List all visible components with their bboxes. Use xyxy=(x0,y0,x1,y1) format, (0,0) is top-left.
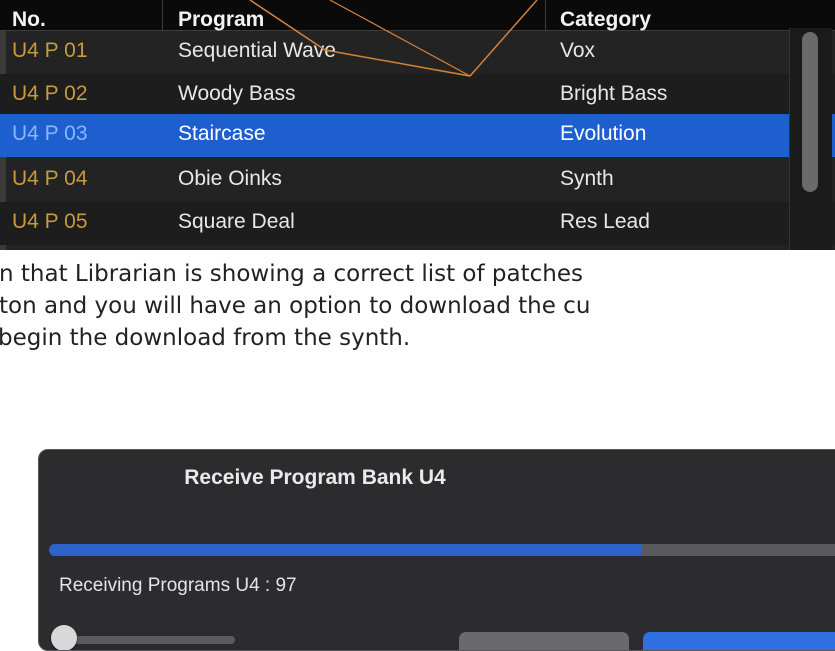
program-name: Square Deal xyxy=(178,210,295,233)
primary-button[interactable] xyxy=(643,632,835,650)
table-row-selected[interactable]: U4 P 03 Staircase Evolution xyxy=(0,114,835,157)
program-number: U4 P 03 xyxy=(12,122,88,145)
table-row[interactable]: U4 P 01 Sequential Wave Vox xyxy=(0,31,835,74)
column-header-number[interactable]: No. xyxy=(12,8,46,32)
program-category: Vox xyxy=(560,39,596,62)
column-divider xyxy=(545,0,546,30)
cancel-button[interactable] xyxy=(459,632,629,650)
instruction-text: n that Librarian is showing a correct li… xyxy=(0,258,835,354)
program-name: Obie Oinks xyxy=(178,167,282,190)
program-category: Res Lead xyxy=(560,210,650,233)
table-row[interactable]: U4 P 02 Woody Bass Bright Bass xyxy=(0,74,835,117)
program-category: Bright Bass xyxy=(560,82,668,105)
table-row[interactable]: U4 P 04 Obie Oinks Synth xyxy=(0,159,835,202)
text-line: begin the download from the synth. xyxy=(0,325,411,351)
table-header: No. Program Category xyxy=(0,0,835,31)
column-header-program[interactable]: Program xyxy=(178,8,264,32)
progress-fill xyxy=(49,544,641,556)
program-number: U4 P 02 xyxy=(12,82,88,105)
status-text: Receiving Programs U4 : 97 xyxy=(59,575,297,596)
slider-knob[interactable] xyxy=(51,625,77,650)
receive-dialog: Receive Program Bank U4 Receiving Progra… xyxy=(38,449,835,651)
program-table: No. Program Category U4 P 01 Sequential … xyxy=(0,0,835,250)
column-header-category[interactable]: Category xyxy=(560,8,651,32)
program-number: U4 P 05 xyxy=(12,210,88,233)
text-line: ton and you will have an option to downl… xyxy=(0,293,591,319)
dialog-title: Receive Program Bank U4 xyxy=(184,466,446,489)
program-name: Staircase xyxy=(178,122,266,145)
program-category: Evolution xyxy=(560,122,647,145)
program-name: Woody Bass xyxy=(178,82,296,105)
slider-track[interactable] xyxy=(55,636,235,644)
column-divider xyxy=(162,0,163,30)
table-row[interactable]: U4 P 05 Square Deal Res Lead xyxy=(0,202,835,245)
program-category: Synth xyxy=(560,167,614,190)
progress-bar xyxy=(49,544,835,556)
program-name: Sequential Wave xyxy=(178,39,336,62)
program-number: U4 P 01 xyxy=(12,39,88,62)
text-line: n that Librarian is showing a correct li… xyxy=(0,261,583,287)
program-number: U4 P 04 xyxy=(12,167,88,190)
scrollbar-thumb[interactable] xyxy=(802,32,818,192)
